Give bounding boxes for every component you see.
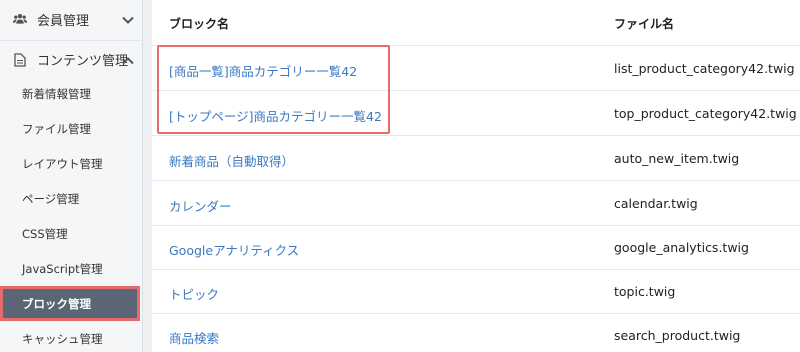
file-name: google_analytics.twig [614,240,749,255]
column-header-block-name: ブロック名 [169,17,230,31]
table-row: 商品検索 search_product.twig [152,314,800,352]
sidebar-item-css[interactable]: CSS管理 [0,216,143,251]
file-name: calendar.twig [614,196,698,211]
table-header: ブロック名 ファイル名 [152,0,800,46]
sidebar-section-contents-label: コンテンツ管理 [37,54,129,69]
block-name-link[interactable]: 新着商品（自動取得） [169,151,294,170]
table-row: [商品一覧]商品カテゴリー一覧42 list_product_category4… [152,47,800,91]
block-name-link[interactable]: カレンダー [169,196,232,215]
sidebar: 会員管理 コンテンツ管理 新着情報管理 ファイル管理 レイアウト管理 ページ管理… [0,0,143,352]
sidebar-item-javascript[interactable]: JavaScript管理 [0,251,143,286]
sidebar-item-files[interactable]: ファイル管理 [0,111,143,146]
sidebar-item-cache[interactable]: キャッシュ管理 [0,321,143,352]
file-name: search_product.twig [614,328,741,343]
file-name: auto_new_item.twig [614,151,740,166]
file-name: topic.twig [614,284,676,299]
sidebar-item-pages[interactable]: ページ管理 [0,181,143,216]
chevron-up-icon[interactable] [121,53,135,67]
sidebar-item-blocks[interactable]: ブロック管理 [0,286,140,321]
document-icon [13,52,27,67]
table-row: 新着商品（自動取得） auto_new_item.twig [152,137,800,181]
sidebar-item-news[interactable]: 新着情報管理 [0,76,143,111]
block-name-link[interactable]: [トップページ]商品カテゴリー一覧42 [169,106,382,125]
block-name-link[interactable]: Googleアナリティクス [169,240,299,259]
block-name-link[interactable]: [商品一覧]商品カテゴリー一覧42 [169,61,357,80]
file-name: list_product_category42.twig [614,61,795,76]
table-row: カレンダー calendar.twig [152,182,800,226]
block-name-link[interactable]: 商品検索 [169,328,219,347]
users-icon [13,12,27,26]
chevron-down-icon[interactable] [121,12,135,26]
sidebar-section-contents[interactable]: コンテンツ管理 [0,40,143,78]
table-row: トピック topic.twig [152,270,800,314]
block-table: ブロック名 ファイル名 [商品一覧]商品カテゴリー一覧42 list_produ… [152,0,800,352]
sidebar-section-members-label: 会員管理 [37,13,90,29]
table-row: Googleアナリティクス google_analytics.twig [152,226,800,270]
sidebar-section-members[interactable]: 会員管理 [0,0,143,38]
column-header-file-name: ファイル名 [614,17,675,31]
block-name-link[interactable]: トピック [169,284,219,303]
sidebar-item-layout[interactable]: レイアウト管理 [0,146,143,181]
table-row: [トップページ]商品カテゴリー一覧42 top_product_category… [152,92,800,136]
file-name: top_product_category42.twig [614,106,797,121]
